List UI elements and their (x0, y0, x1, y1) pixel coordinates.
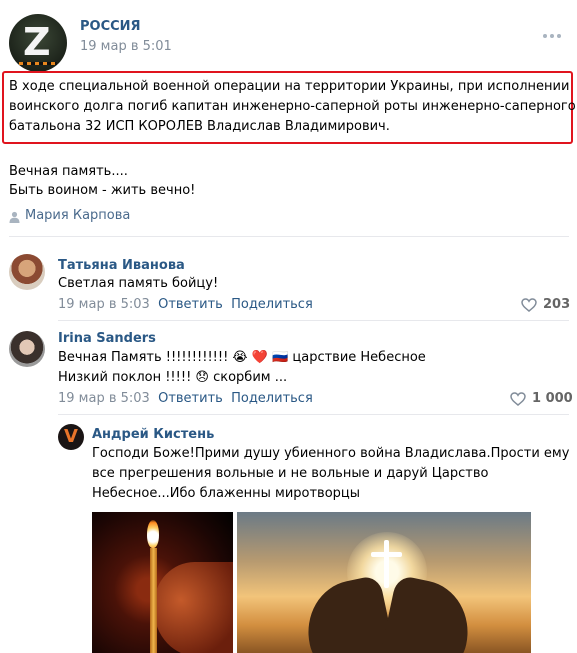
comment-text: Низкий поклон !!!!! 😞 скорбим ... (58, 370, 288, 385)
post-text-line: батальона 32 ИСП КОРОЛЕВ Владислав Влади… (9, 119, 390, 134)
post-signer[interactable]: Мария Карпова (25, 208, 130, 223)
comment-text: Небесное...Ибо блаженны миротворцы (92, 486, 361, 501)
like-button[interactable]: 1 000 (510, 391, 573, 406)
post-text-line: Быть воином - жить вечно! (9, 183, 196, 198)
commenter-avatar[interactable] (9, 254, 45, 290)
commenter-avatar[interactable]: V (58, 424, 84, 450)
comment-text: Светлая память бойцу! (58, 276, 219, 291)
reply-link[interactable]: Ответить (158, 297, 223, 312)
like-button[interactable]: 203 (521, 297, 570, 312)
comment-divider (58, 320, 569, 321)
comment-divider (58, 414, 569, 415)
candle-photo[interactable] (92, 512, 233, 653)
post-text-line: В ходе специальной военной операции на т… (9, 79, 570, 94)
comment-date[interactable]: 19 мар в 5:03 (58, 297, 150, 312)
share-link[interactable]: Поделиться (231, 297, 313, 312)
post-text-line: воинского долга погиб капитан инженерно-… (9, 99, 576, 114)
comment-text: Вечная Память !!!!!!!!!!!! 😭 ❤️ 🇷🇺 царст… (58, 350, 426, 365)
praying-hands-photo[interactable] (237, 512, 531, 653)
post-date[interactable]: 19 мар в 5:01 (80, 39, 172, 54)
heart-icon (521, 297, 537, 312)
comments-divider (9, 236, 569, 237)
comment-author[interactable]: Андрей Кистень (92, 427, 214, 442)
comment-meta: 19 мар в 5:03 Ответить Поделиться (58, 297, 313, 312)
like-count: 203 (543, 297, 571, 312)
like-count: 1 000 (532, 391, 573, 406)
person-icon (9, 211, 20, 223)
community-avatar[interactable]: Z (9, 14, 67, 72)
comment-date[interactable]: 19 мар в 5:03 (58, 391, 150, 406)
more-dots-icon[interactable] (543, 34, 561, 40)
comment-meta: 19 мар в 5:03 Ответить Поделиться (58, 391, 313, 406)
comment-author[interactable]: Irina Sanders (58, 331, 156, 346)
comment-text: Господи Боже!Прими душу убиенного война … (92, 446, 570, 461)
community-name[interactable]: РОССИЯ (80, 19, 141, 34)
share-link[interactable]: Поделиться (231, 391, 313, 406)
heart-icon (510, 391, 526, 406)
comment-author[interactable]: Татьяна Иванова (58, 258, 185, 273)
reply-link[interactable]: Ответить (158, 391, 223, 406)
comment-text: все прегрешения вольные и не вольные и д… (92, 466, 489, 481)
post-text-line: Вечная память.... (9, 164, 128, 179)
commenter-avatar[interactable] (9, 331, 45, 367)
